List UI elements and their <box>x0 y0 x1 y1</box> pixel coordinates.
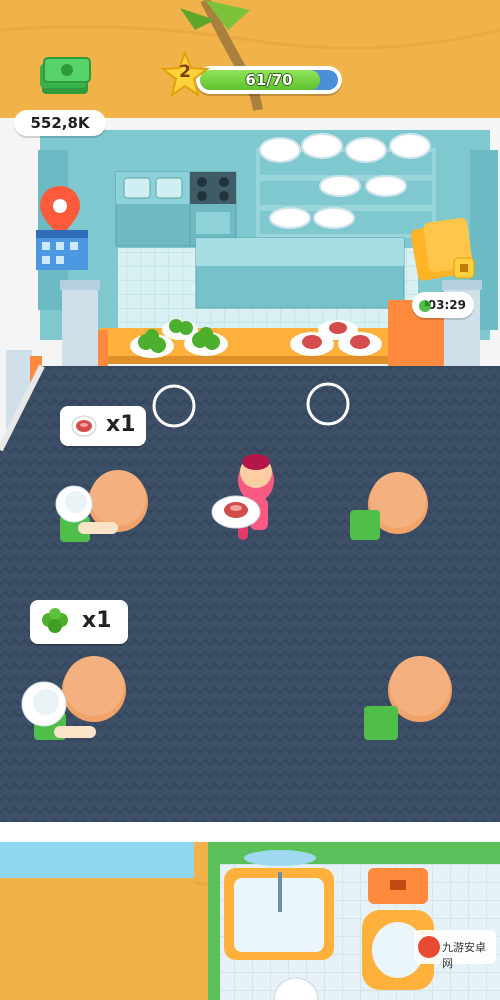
order-count: x1 <box>106 412 136 437</box>
bonus-cash-button[interactable] <box>410 216 476 286</box>
order-count: x1 <box>82 608 112 633</box>
watermark-logo-icon <box>418 936 440 958</box>
stove <box>189 171 237 247</box>
toilet <box>362 868 434 990</box>
sink-counter <box>115 171 195 247</box>
steak-icon <box>70 414 98 438</box>
order-bubble-broccoli: x1 <box>30 600 128 644</box>
watermark-text: 九游安卓网 <box>442 941 486 970</box>
money-counter: 552,8K <box>14 110 106 136</box>
chair <box>350 510 380 540</box>
player-level: 2 <box>179 62 191 82</box>
clock-icon <box>418 298 432 312</box>
order-bubble-steak: x1 <box>60 406 146 446</box>
xp-progress-bar: 61/70 <box>196 66 342 94</box>
hotel-location-button[interactable] <box>28 182 92 276</box>
xp-text: 61/70 <box>245 71 293 89</box>
game-scene <box>0 0 500 1000</box>
cash-icon <box>36 52 94 98</box>
chair <box>364 706 398 740</box>
broccoli-icon <box>40 608 70 636</box>
sea <box>0 842 194 878</box>
watermark: 九游安卓网 <box>414 930 496 970</box>
